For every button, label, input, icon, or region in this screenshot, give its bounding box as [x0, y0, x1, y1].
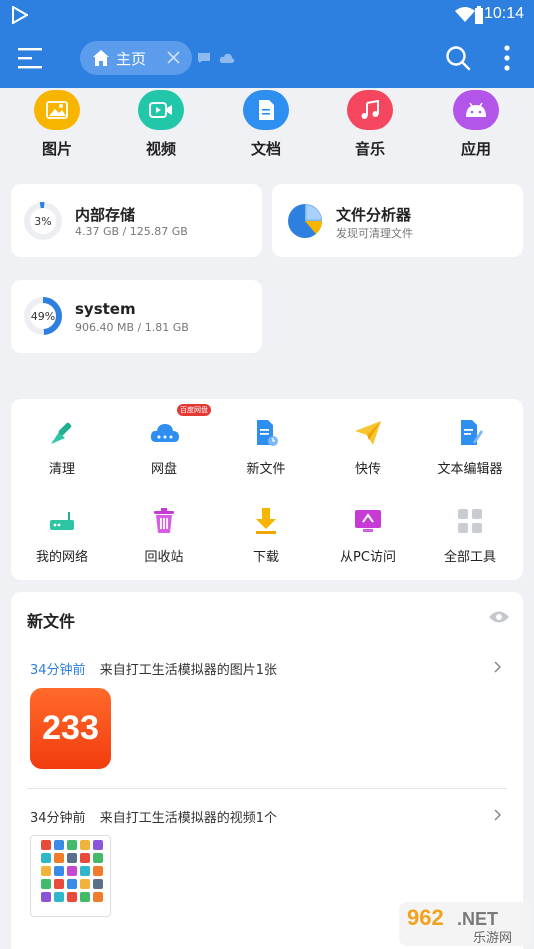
video-thumbnail-grid [41, 840, 103, 902]
new-file-entry-header[interactable]: 34分钟前 来自打工生活模拟器的图片1张 [30, 659, 277, 678]
cloud-icon[interactable] [219, 52, 235, 64]
tool-text-editor[interactable]: 文本编辑器 [419, 418, 521, 477]
file-analyzer-card[interactable]: 文件分析器 发现可清理文件 [272, 184, 523, 257]
storage-title: 内部存储 [75, 206, 136, 224]
tool-pc-access[interactable]: 从PC访问 [317, 506, 419, 565]
tool-cloud-drive[interactable]: 百度网盘 网盘 [113, 404, 215, 477]
new-files-title: 新文件 [27, 612, 76, 631]
tool-label: 回收站 [144, 550, 184, 565]
cloud-drive-badge: 百度网盘 [177, 404, 211, 416]
pc-access-icon [353, 506, 383, 536]
trash-icon [149, 506, 179, 536]
tool-label: 我的网络 [35, 550, 88, 565]
storage-percent: 3% [34, 215, 51, 228]
document-icon [243, 90, 289, 130]
tool-all-tools[interactable]: 全部工具 [419, 506, 521, 565]
category-label: 文档 [250, 140, 281, 158]
system-storage-card[interactable]: 49% system 906.40 MB / 1.81 GB [11, 280, 262, 353]
svg-text:.NET: .NET [457, 909, 498, 929]
tools-panel: 清理 百度网盘 网盘 新文件 快传 文本编辑器 我的网络 回收站 下载 从PC访… [11, 399, 523, 580]
category-apps[interactable]: 应用 [446, 90, 506, 159]
category-images[interactable]: 图片 [27, 90, 87, 159]
entry-description: 来自打工生活模拟器的视频1个 [99, 811, 277, 826]
music-icon [347, 90, 393, 130]
video-thumbnail[interactable] [30, 835, 111, 917]
all-tools-icon [455, 506, 485, 536]
tool-label: 清理 [48, 462, 75, 477]
storage-percent: 49% [31, 310, 55, 323]
text-editor-icon [455, 418, 485, 448]
category-row: 图片 视频 文档 音乐 应用 [0, 88, 534, 166]
storage-title: system [75, 300, 136, 318]
category-label: 图片 [41, 140, 72, 158]
tool-quick-transfer[interactable]: 快传 [317, 418, 419, 477]
entry-time: 34分钟前 [30, 811, 86, 826]
play-store-icon [12, 6, 28, 24]
category-music[interactable]: 音乐 [340, 90, 400, 159]
router-icon [47, 506, 77, 536]
tool-label: 新文件 [246, 462, 286, 477]
status-bar: 10:14 [0, 0, 534, 30]
analyzer-title: 文件分析器 [336, 206, 412, 224]
download-icon [251, 506, 281, 536]
pie-chart-icon [288, 204, 323, 238]
svg-text:乐游网: 乐游网 [473, 931, 512, 946]
chevron-right-icon[interactable] [493, 809, 501, 821]
entry-description: 来自打工生活模拟器的图片1张 [99, 663, 277, 678]
site-watermark-logo: 962 .NET 乐游网 [399, 902, 531, 946]
image-thumbnail[interactable]: 233 [30, 688, 111, 769]
top-toolbar: 主页 [0, 30, 534, 88]
category-documents[interactable]: 文档 [236, 90, 296, 159]
tool-new-files[interactable]: 新文件 [215, 418, 317, 477]
internal-storage-card[interactable]: 3% 内部存储 4.37 GB / 125.87 GB [11, 184, 262, 257]
tool-label: 文本编辑器 [437, 462, 503, 477]
clock: 10:14 [484, 5, 525, 22]
category-label: 视频 [145, 140, 176, 158]
tool-label: 下载 [252, 550, 279, 565]
analyzer-subtitle: 发现可清理文件 [336, 227, 413, 240]
close-icon[interactable] [167, 51, 180, 64]
thumbnail-logo-text: 233 [42, 709, 99, 747]
svg-text:962: 962 [407, 905, 444, 930]
menu-icon[interactable] [18, 47, 44, 69]
tool-download[interactable]: 下载 [215, 506, 317, 565]
tool-label: 快传 [354, 462, 381, 477]
divider [27, 788, 507, 789]
category-label: 音乐 [354, 140, 385, 158]
paper-plane-icon [353, 418, 383, 448]
more-options-icon[interactable] [500, 45, 514, 71]
battery-icon [475, 6, 483, 24]
chevron-right-icon[interactable] [493, 661, 501, 673]
tool-recycle-bin[interactable]: 回收站 [113, 506, 215, 565]
tab-home[interactable]: 主页 [80, 41, 192, 75]
home-icon [93, 50, 109, 66]
tool-clean[interactable]: 清理 [11, 418, 113, 477]
broom-icon [47, 418, 77, 448]
category-videos[interactable]: 视频 [131, 90, 191, 159]
storage-donut-internal: 3% [24, 202, 62, 241]
android-icon [453, 90, 499, 130]
new-file-icon [251, 418, 281, 448]
new-files-panel: 新文件 34分钟前 来自打工生活模拟器的图片1张 233 34分钟前 来自打工生… [11, 592, 523, 949]
image-icon [34, 90, 80, 130]
eye-icon[interactable] [488, 610, 510, 624]
video-icon [138, 90, 184, 130]
new-file-entry-header[interactable]: 34分钟前 来自打工生活模拟器的视频1个 [30, 807, 277, 826]
tool-my-network[interactable]: 我的网络 [11, 506, 113, 565]
wifi-icon [455, 7, 475, 22]
message-icon[interactable] [197, 52, 211, 64]
cloud-drive-icon: 百度网盘 [149, 404, 211, 448]
tool-label: 全部工具 [443, 550, 496, 565]
storage-usage: 906.40 MB / 1.81 GB [75, 321, 189, 334]
search-icon[interactable] [445, 45, 471, 71]
storage-donut-system: 49% [24, 297, 62, 335]
category-label: 应用 [460, 140, 491, 158]
tab-home-label: 主页 [116, 49, 147, 68]
entry-time: 34分钟前 [30, 663, 86, 678]
tool-label: 从PC访问 [340, 550, 396, 565]
storage-usage: 4.37 GB / 125.87 GB [75, 225, 188, 238]
tool-label: 网盘 [150, 462, 177, 477]
